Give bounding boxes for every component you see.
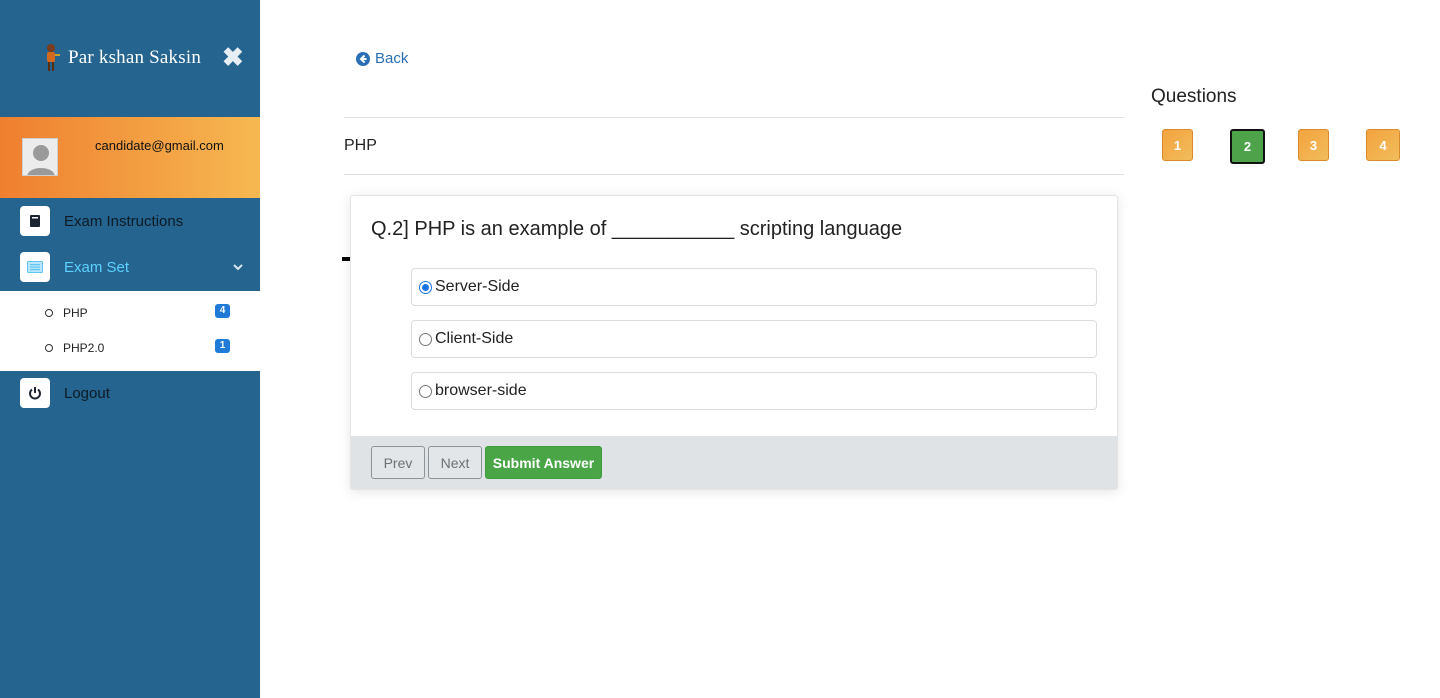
marker	[342, 257, 350, 261]
brand-text: Par kshan Saksin	[68, 47, 202, 68]
menu-label-exam-instructions: Exam Instructions	[64, 212, 184, 230]
avatar	[22, 138, 58, 176]
question-1-button[interactable]: 1	[1162, 129, 1193, 161]
questions-title: Questions	[1151, 86, 1237, 107]
submenu-label: PHP2.0	[63, 341, 105, 355]
user-panel: candidate@gmail.com	[0, 117, 260, 198]
prev-button[interactable]: Prev	[371, 446, 425, 479]
brand-header: Par kshan Saksin ✖	[0, 0, 260, 117]
submenu-label: PHP	[63, 306, 88, 320]
user-email: candidate@gmail.com	[95, 138, 224, 153]
sidebar: Par kshan Saksin ✖ candidate@gmail.com E…	[0, 0, 260, 698]
option-browser-side[interactable]: browser-side	[411, 372, 1097, 410]
question-card: Q.2] PHP is an example of ___________ sc…	[350, 195, 1118, 490]
arrow-circle-left-icon	[356, 51, 370, 66]
radio-button[interactable]	[419, 384, 432, 398]
option-label: browser-side	[435, 382, 527, 399]
back-label: Back	[375, 50, 409, 67]
close-sidebar-icon[interactable]: ✖	[222, 44, 244, 70]
radio-button[interactable]	[419, 332, 432, 346]
book-icon	[20, 206, 50, 236]
menu-item-exam-instructions[interactable]: Exam Instructions	[0, 201, 260, 241]
exam-set-submenu: PHP 4 PHP2.0 1	[0, 291, 260, 371]
submit-answer-button[interactable]: Submit Answer	[485, 446, 602, 479]
list-icon	[20, 252, 50, 282]
divider	[344, 174, 1124, 175]
option-client-side[interactable]: Client-Side	[411, 320, 1097, 358]
menu-item-logout[interactable]: Logout	[0, 373, 260, 413]
question-2-button[interactable]: 2	[1230, 129, 1265, 164]
menu-item-exam-set[interactable]: Exam Set	[0, 247, 260, 287]
power-icon	[20, 378, 50, 408]
radio-button[interactable]	[419, 280, 432, 294]
submenu-item-php[interactable]: PHP 4	[0, 299, 260, 329]
submenu-item-php2[interactable]: PHP2.0 1	[0, 334, 260, 364]
chevron-down-icon[interactable]	[232, 260, 244, 278]
menu-label-exam-set: Exam Set	[64, 258, 130, 276]
question-text: Q.2] PHP is an example of ___________ sc…	[371, 218, 903, 240]
count-badge: 4	[215, 304, 230, 318]
back-link[interactable]: Back	[356, 50, 408, 67]
card-footer: Prev Next Submit Answer	[351, 436, 1117, 489]
count-badge: 1	[215, 339, 230, 353]
option-server-side[interactable]: Server-Side	[411, 268, 1097, 306]
subject-title: PHP	[344, 137, 377, 154]
circle-bullet-icon	[45, 344, 53, 352]
divider	[344, 117, 1124, 118]
question-4-button[interactable]: 4	[1366, 129, 1400, 161]
mascot-icon	[47, 44, 60, 71]
circle-bullet-icon	[45, 309, 53, 317]
option-label: Server-Side	[435, 278, 520, 295]
menu-label-logout: Logout	[64, 384, 110, 402]
app-logo[interactable]: Par kshan Saksin	[40, 42, 201, 74]
next-button[interactable]: Next	[428, 446, 482, 479]
question-3-button[interactable]: 3	[1298, 129, 1329, 161]
option-label: Client-Side	[435, 330, 514, 347]
